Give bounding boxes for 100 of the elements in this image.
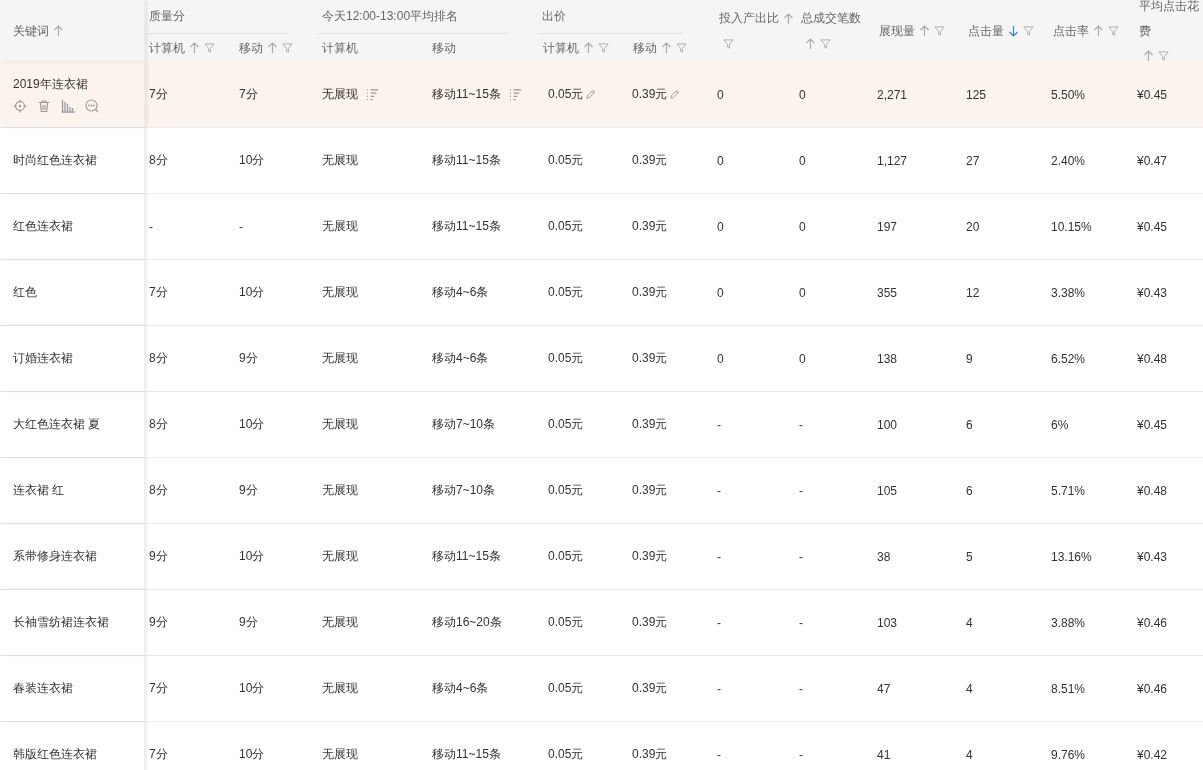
table-cell: 2.40%	[1051, 153, 1086, 168]
filter-icon[interactable]	[204, 42, 215, 54]
table-cell: 0.05元	[548, 350, 584, 367]
sort-up-icon[interactable]	[53, 25, 64, 38]
table-cell: 0	[799, 153, 806, 168]
table-row[interactable]: 系带修身连衣裙 9分 10分 无展现 移动11~15条 0.05元 0.39元 - - 38 5 13.16% ¥0.43	[0, 524, 1203, 590]
list-icon[interactable]	[508, 88, 522, 101]
table-row[interactable]: 连衣裙 红 8分 9分 无展现 移动7~10条 0.05元 0.39元 - - 105 6 5.71% ¥0.48	[0, 458, 1203, 524]
filter-icon[interactable]	[1158, 50, 1169, 63]
keyword-cell: 红色连衣裙	[13, 218, 73, 235]
table-cell: 0.05元	[548, 284, 584, 301]
filter-icon[interactable]	[1108, 25, 1119, 38]
table-cell: 0	[717, 285, 724, 300]
sort-up-icon[interactable]	[661, 42, 672, 54]
table-cell: 4	[966, 615, 973, 630]
sort-up-icon[interactable]	[805, 37, 816, 50]
table-cell: 138	[877, 351, 898, 366]
table-cell: 0.39元	[632, 680, 668, 697]
trash-icon[interactable]	[37, 99, 51, 113]
table-cell: -	[799, 417, 803, 432]
keyword-cell: 春装连衣裙	[13, 680, 73, 697]
table-cell: 0.39元	[632, 284, 668, 301]
column-header: 移动	[239, 39, 263, 57]
table-cell: 47	[877, 681, 891, 696]
table-cell: 0.05元	[548, 416, 584, 433]
table-cell: 103	[877, 615, 898, 630]
sort-up-icon[interactable]	[1143, 50, 1154, 63]
crosshair-icon[interactable]	[13, 99, 27, 113]
table-cell: -	[717, 549, 721, 564]
table-cell: 4	[966, 747, 973, 762]
list-icon[interactable]	[366, 88, 379, 101]
column-header: 点击率	[1053, 22, 1089, 40]
column-group-header: 出价	[542, 8, 566, 25]
table-cell: 9	[966, 351, 973, 366]
table-cell: 无展现	[322, 614, 358, 631]
table-cell: 0	[717, 351, 724, 366]
keyword-cell: 系带修身连衣裙	[13, 548, 97, 565]
table-row[interactable]: 订婚连衣裙 8分 9分 无展现 移动4~6条 0.05元 0.39元 0 0 138 9 6.52% ¥0.48	[0, 326, 1203, 392]
table-cell: 41	[877, 747, 891, 762]
table-cell: 10分	[239, 152, 265, 169]
filter-icon[interactable]	[820, 37, 831, 50]
table-cell: ¥0.48	[1137, 483, 1168, 498]
filter-icon[interactable]	[282, 42, 293, 54]
pencil-icon[interactable]	[585, 89, 597, 100]
filter-icon[interactable]	[934, 25, 945, 38]
table-cell: -	[239, 219, 243, 234]
table-cell: 355	[877, 285, 898, 300]
table-cell: 7分	[149, 680, 168, 697]
table-cell: -	[799, 549, 803, 564]
column-header: 移动	[633, 39, 657, 57]
column-group-header: 质量分	[149, 8, 185, 25]
table-cell: ¥0.46	[1137, 681, 1168, 696]
table-cell: 无展现	[322, 350, 358, 367]
table-cell: 0	[717, 219, 724, 234]
filter-icon[interactable]	[723, 37, 734, 50]
sort-up-icon[interactable]	[189, 42, 200, 54]
column-header: 点击量	[968, 22, 1004, 40]
sort-down-icon[interactable]	[1008, 25, 1019, 38]
table-cell: 5	[966, 549, 973, 564]
table-row[interactable]: 春装连衣裙 7分 10分 无展现 移动4~6条 0.05元 0.39元 - - 47 4 8.51% ¥0.46	[0, 656, 1203, 722]
table-row[interactable]: 红色 7分 10分 无展现 移动4~6条 0.05元 0.39元 0 0 355 12 3.38% ¥0.43	[0, 260, 1203, 326]
sort-up-icon[interactable]	[783, 12, 794, 25]
sort-up-icon[interactable]	[267, 42, 278, 54]
table-cell: 9分	[239, 614, 258, 631]
table-cell: 0.39元	[632, 350, 668, 367]
table-row[interactable]: 时尚红色连衣裙 8分 10分 无展现 移动11~15条 0.05元 0.39元 0 0 1,127 27 2.40% ¥0.47	[0, 128, 1203, 194]
table-cell: 9分	[239, 350, 258, 367]
table-cell: 6	[966, 417, 973, 432]
table-row[interactable]: 2019年连衣裙 7分 7分 无展现 移动11~15条 0.05元 0.39元 0 0 2,271 125 5.50% ¥0.45	[0, 62, 1203, 128]
sort-up-icon[interactable]	[1093, 25, 1104, 38]
sort-up-icon[interactable]	[583, 42, 594, 54]
table-cell: 0	[799, 285, 806, 300]
more-icon[interactable]	[85, 99, 99, 113]
table-cell: 移动11~15条	[432, 86, 501, 103]
table-cell: 0.39元	[632, 218, 668, 235]
table-row[interactable]: 红色连衣裙 - - 无展现 移动11~15条 0.05元 0.39元 0 0 197 20 10.15% ¥0.45	[0, 194, 1203, 260]
bar-chart-icon[interactable]	[61, 99, 75, 113]
pencil-icon[interactable]	[669, 89, 681, 100]
column-group-header: 今天12:00-13:00平均排名	[322, 8, 459, 25]
table-cell: 无展现	[322, 218, 358, 235]
table-cell: -	[799, 615, 803, 630]
table-row[interactable]: 大红色连衣裙 夏 8分 10分 无展现 移动7~10条 0.05元 0.39元 - - 100 6 6% ¥0.45	[0, 392, 1203, 458]
table-cell: 移动4~6条	[432, 284, 489, 301]
filter-icon[interactable]	[676, 42, 687, 54]
sort-up-icon[interactable]	[919, 25, 930, 38]
filter-icon[interactable]	[1023, 25, 1034, 38]
table-cell: 无展现	[322, 152, 358, 169]
table-cell: 无展现	[322, 86, 358, 103]
filter-icon[interactable]	[598, 42, 609, 54]
table-cell: 8分	[149, 350, 168, 367]
table-cell: 8分	[149, 482, 168, 499]
table-cell: -	[717, 681, 721, 696]
table-row[interactable]: 韩版红色连衣裙 7分 10分 无展现 移动11~15条 0.05元 0.39元 - - 41 4 9.76% ¥0.42	[0, 722, 1203, 770]
table-cell: 125	[966, 87, 987, 102]
table-row[interactable]: 长袖雪纺裙连衣裙 9分 9分 无展现 移动16~20条 0.05元 0.39元 - - 103 4 3.88% ¥0.46	[0, 590, 1203, 656]
column-header: 平均点击花费	[1139, 0, 1200, 40]
table-cell: 12	[966, 285, 980, 300]
table-cell: 0.05元	[548, 746, 584, 763]
table-cell: 7分	[149, 284, 168, 301]
table-cell: 无展现	[322, 548, 358, 565]
